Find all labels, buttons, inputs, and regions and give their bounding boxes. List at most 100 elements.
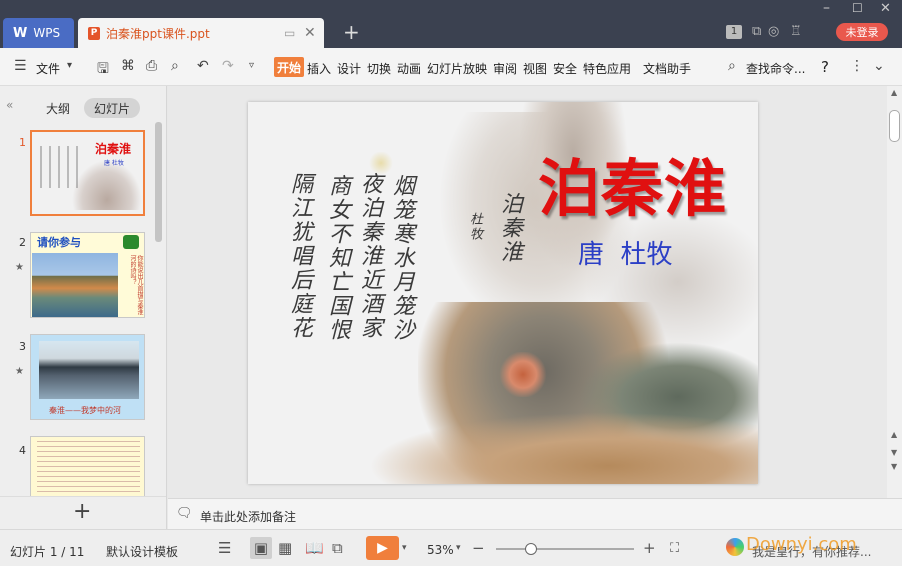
thumb-title: 请你参与 <box>37 236 81 249</box>
more-icon[interactable]: ⋮ <box>850 58 864 74</box>
undo-icon[interactable]: ↶ <box>197 58 209 74</box>
scroll-down-icon[interactable]: ▼ <box>891 448 897 457</box>
tab-doc-assistant[interactable]: 文档助手 <box>643 60 691 77</box>
next-slide-icon[interactable]: ▼ <box>891 462 897 471</box>
red-tree <box>498 352 548 397</box>
login-button[interactable]: 未登录 <box>836 23 888 41</box>
file-menu[interactable]: 文件 <box>36 60 60 77</box>
thumb-number: 2 <box>19 236 26 249</box>
zoom-dropdown-icon[interactable]: ▾ <box>456 543 461 553</box>
monitor-icon[interactable]: ▭ <box>284 26 295 40</box>
assistant-icon[interactable] <box>726 538 744 556</box>
document-tab[interactable]: P 泊秦淮ppt课件.ppt ▭ ✕ <box>78 18 324 48</box>
canvas-scrollbar[interactable]: ▲ ▲ ▼ ▼ <box>887 86 902 498</box>
slide-thumb-2[interactable]: 请你参与 你能说出几首描写秦淮河的诗吗？ <box>30 232 145 318</box>
tab-insert[interactable]: 插入 <box>307 60 331 77</box>
thumb-mountain <box>72 160 142 210</box>
thumb-text-lines <box>37 441 140 499</box>
ppt-file-icon: P <box>88 26 100 40</box>
tab-animation[interactable]: 动画 <box>397 60 421 77</box>
slide-panel: « 大纲 幻灯片 1 泊秦淮 唐 杜牧 2 ★ 请你参与 你能说出几首描写秦淮河… <box>0 86 167 529</box>
poem-line-1: 烟笼寒水月笼沙 <box>389 174 414 342</box>
notes-placeholder[interactable]: 单击此处添加备注 <box>200 508 296 525</box>
thumb-number: 1 <box>19 136 26 149</box>
redo-icon[interactable]: ↷ <box>222 58 234 74</box>
customize-icon[interactable]: ▿ <box>249 60 254 71</box>
chevron-down-icon[interactable]: ▾ <box>67 60 72 71</box>
new-tab-icon[interactable]: + <box>343 20 360 44</box>
moon <box>368 152 394 174</box>
zoom-slider[interactable] <box>496 543 634 555</box>
hamburger-icon[interactable]: ☰ <box>14 58 27 74</box>
save-icon[interactable]: 🖫 <box>97 58 109 82</box>
format-painter-icon[interactable]: ⌘ <box>121 58 135 74</box>
window-maximize-icon[interactable]: ☐ <box>852 1 863 15</box>
tab-view[interactable]: 视图 <box>523 60 547 77</box>
notes-toggle-icon[interactable]: ☰ <box>218 539 231 557</box>
tab-outline[interactable]: 大纲 <box>38 98 78 118</box>
sync-icon[interactable]: ⧉ <box>752 24 761 39</box>
tab-special-apps[interactable]: 特色应用 <box>583 60 631 77</box>
slide-title[interactable]: 泊秦淮 <box>538 138 727 228</box>
tab-slides[interactable]: 幻灯片 <box>84 98 140 118</box>
wps-logo-icon: W <box>13 25 28 41</box>
zoom-slider-handle[interactable] <box>524 543 537 555</box>
tab-review[interactable]: 审阅 <box>493 60 517 77</box>
status-bar: 幻灯片 1 / 11 默认设计模板 ☰ ▣ ▦ 📖 ⧉ ▶ ▾ 53% ▾ − … <box>0 529 902 566</box>
shirt-icon[interactable]: ♖ <box>790 24 802 39</box>
slide-author[interactable]: 唐 杜牧 <box>578 234 673 271</box>
zoom-in-icon[interactable]: + <box>643 539 656 557</box>
slide-count: 幻灯片 1 / 11 <box>10 545 85 559</box>
scrollbar-thumb[interactable] <box>889 110 900 142</box>
add-slide-button[interactable]: + <box>73 499 91 524</box>
presenter-icon[interactable]: ⧉ <box>332 539 343 557</box>
close-tab-icon[interactable]: ✕ <box>304 25 316 41</box>
panel-scrollbar[interactable] <box>155 122 162 242</box>
zoom-out-icon[interactable]: − <box>472 539 485 557</box>
play-slideshow-button[interactable]: ▶ <box>366 536 399 560</box>
tab-security[interactable]: 安全 <box>553 60 577 77</box>
thumb-photo <box>39 341 139 399</box>
help-icon[interactable]: ? <box>821 58 829 76</box>
zoom-level[interactable]: 53% <box>427 543 454 557</box>
skin-icon[interactable]: ◎ <box>768 24 779 39</box>
slide-thumb-1[interactable]: 泊秦淮 唐 杜牧 <box>30 130 145 216</box>
site-watermark: Downyi.com <box>746 534 857 555</box>
collapse-panel-icon[interactable]: « <box>6 98 13 112</box>
tab-slideshow[interactable]: 幻灯片放映 <box>427 60 487 77</box>
wps-home-tab[interactable]: W WPS <box>3 18 74 48</box>
window-close-icon[interactable]: ✕ <box>880 1 891 16</box>
search-icon[interactable]: ⌕ <box>728 58 736 74</box>
notes-pane[interactable]: 🗨 单击此处添加备注 <box>168 498 902 529</box>
slide-thumb-3[interactable]: 秦淮——我梦中的河 <box>30 334 145 420</box>
reading-view-icon[interactable]: 📖 <box>305 539 324 557</box>
template-name[interactable]: 默认设计模板 <box>106 543 178 560</box>
thumb-title: 泊秦淮 <box>95 142 132 156</box>
thumb-number: 4 <box>19 444 26 457</box>
play-options-icon[interactable]: ▾ <box>402 543 407 553</box>
slide-1[interactable]: 烟笼寒水月笼沙 夜泊秦淮近酒家 商女不知亡国恨 隔江犹唱后庭花 杜牧 泊秦淮 泊… <box>248 102 758 484</box>
scroll-up-icon[interactable]: ▲ <box>891 88 897 97</box>
slide-thumb-4[interactable] <box>30 436 145 500</box>
animation-star-icon: ★ <box>15 366 24 377</box>
thumb-number: 3 <box>19 340 26 353</box>
collapse-ribbon-icon[interactable]: ⌄ <box>873 58 885 74</box>
pointer-icon <box>123 235 139 249</box>
fit-window-icon[interactable]: ⛶ <box>670 541 679 556</box>
print-preview-icon[interactable]: ⌕ <box>171 58 179 74</box>
tab-design[interactable]: 设计 <box>337 60 361 77</box>
slide-sorter-icon[interactable]: ▦ <box>278 539 292 557</box>
page-count-badge[interactable]: 1 <box>726 25 742 39</box>
notes-icon: 🗨 <box>176 506 193 521</box>
window-minimize-icon[interactable]: – <box>823 0 830 16</box>
tab-start[interactable]: 开始 <box>274 57 304 77</box>
command-search[interactable]: 查找命令... <box>746 60 805 77</box>
normal-view-icon[interactable]: ▣ <box>250 537 272 559</box>
title-bar: W WPS P 泊秦淮ppt课件.ppt ▭ ✕ + – ☐ ✕ 1 ⧉ ◎ ♖… <box>0 0 902 48</box>
wps-tab-label: WPS <box>33 26 61 40</box>
prev-slide-icon[interactable]: ▲ <box>891 430 897 439</box>
print-icon[interactable]: ⎙ <box>146 58 157 74</box>
tab-transition[interactable]: 切换 <box>367 60 391 77</box>
thumb-author: 唐 杜牧 <box>104 160 124 167</box>
poem-inscription-author: 杜牧 <box>467 212 482 242</box>
